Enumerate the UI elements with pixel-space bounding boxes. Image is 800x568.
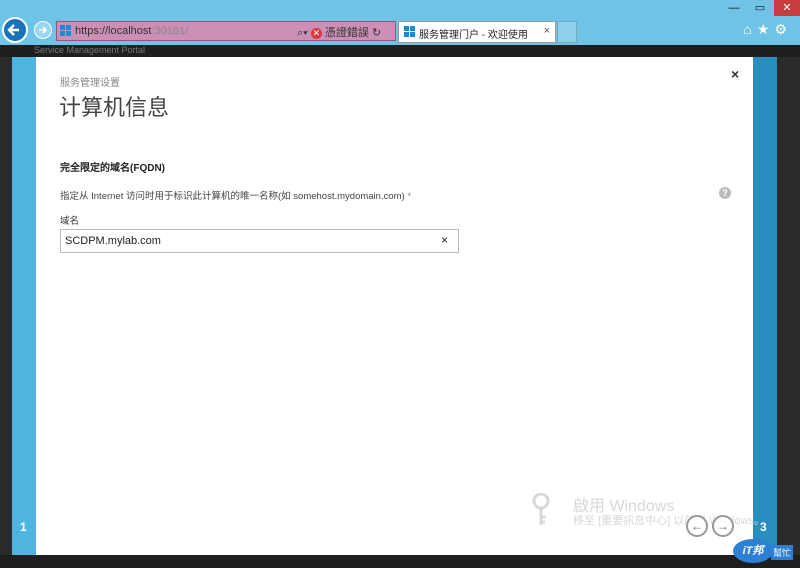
back-button[interactable] (2, 17, 28, 43)
taskbar-strip (0, 555, 800, 568)
browser-chrome: — ▭ ✕ https://localhost:30101/ ⌕▾ ✕ 憑證錯誤… (0, 0, 800, 45)
key-icon (532, 493, 550, 525)
star-icon[interactable]: ★ (757, 21, 775, 37)
url-path: :30101/ (151, 25, 189, 37)
page-title: 计算机信息 (59, 95, 170, 120)
wizard-right-rail (753, 57, 777, 555)
wizard-left-rail (12, 57, 36, 555)
domain-name-input[interactable] (60, 229, 459, 253)
required-marker: * (407, 191, 412, 202)
tab-favicon-icon (404, 26, 416, 38)
cert-error-icon[interactable]: ✕ (310, 27, 322, 39)
description-text: 指定从 Internet 访问时用于标识此计算机的唯一名称(如 somehost… (60, 191, 405, 202)
next-step-button[interactable]: → (712, 515, 734, 537)
address-bar-actions: ⌕▾ ✕ 憑證錯誤 ↻ (297, 24, 381, 40)
home-icon[interactable]: ⌂ (743, 21, 756, 37)
close-window-button[interactable]: ✕ (774, 0, 800, 16)
refresh-icon[interactable]: ↻ (372, 27, 381, 39)
windows-logo-icon (60, 25, 72, 37)
previous-step-button[interactable]: ← (686, 515, 708, 537)
minimize-button[interactable]: — (722, 0, 746, 16)
section-heading: 完全限定的域名(FQDN) (60, 163, 165, 174)
field-description: 指定从 Internet 访问时用于标识此计算机的唯一名称(如 somehost… (60, 188, 411, 202)
current-step-number: 1 (20, 520, 27, 534)
site-watermark-logo: iT邦 幫忙 (733, 537, 797, 565)
gear-icon[interactable]: ⚙ (774, 21, 792, 37)
forward-button[interactable] (34, 21, 52, 39)
portal-name: Service Management Portal (34, 45, 146, 55)
new-tab-button[interactable] (557, 21, 577, 43)
url-host: https://localhost (75, 25, 152, 37)
url-text[interactable]: https://localhost:30101/ (75, 25, 188, 37)
ithelp-text: 幫忙 (771, 545, 794, 560)
forward-arrow-icon (39, 26, 48, 34)
activation-subtitle: 移至 [重要訊息中心] 以啟用 Windows。 (573, 515, 765, 527)
wizard-dialog: × 服务管理设置 计算机信息 完全限定的域名(FQDN) 指定从 Interne… (36, 57, 753, 555)
dialog-close-button[interactable]: × (731, 66, 739, 82)
browser-tab[interactable]: 服务管理门户 - 欢迎使用 × (398, 21, 556, 43)
toolbar-icons: ⌂★⚙ (743, 21, 792, 38)
address-bar[interactable]: https://localhost:30101/ ⌕▾ ✕ 憑證錯誤 ↻ (56, 21, 396, 41)
ithelp-logo-icon: iT邦 (733, 539, 773, 563)
back-arrow-icon (7, 24, 19, 36)
tab-title: 服务管理门户 - 欢迎使用 (419, 30, 528, 41)
domain-field-label: 域名 (60, 216, 80, 227)
clear-input-button[interactable]: × (441, 233, 448, 247)
tab-close-button[interactable]: × (544, 25, 550, 37)
breadcrumb: 服务管理设置 (60, 78, 120, 89)
help-icon[interactable]: ? (719, 187, 731, 199)
restore-button[interactable]: ▭ (748, 0, 772, 16)
cert-error-label[interactable]: 憑證錯誤 (325, 27, 369, 39)
search-icon[interactable]: ⌕▾ (297, 27, 308, 39)
